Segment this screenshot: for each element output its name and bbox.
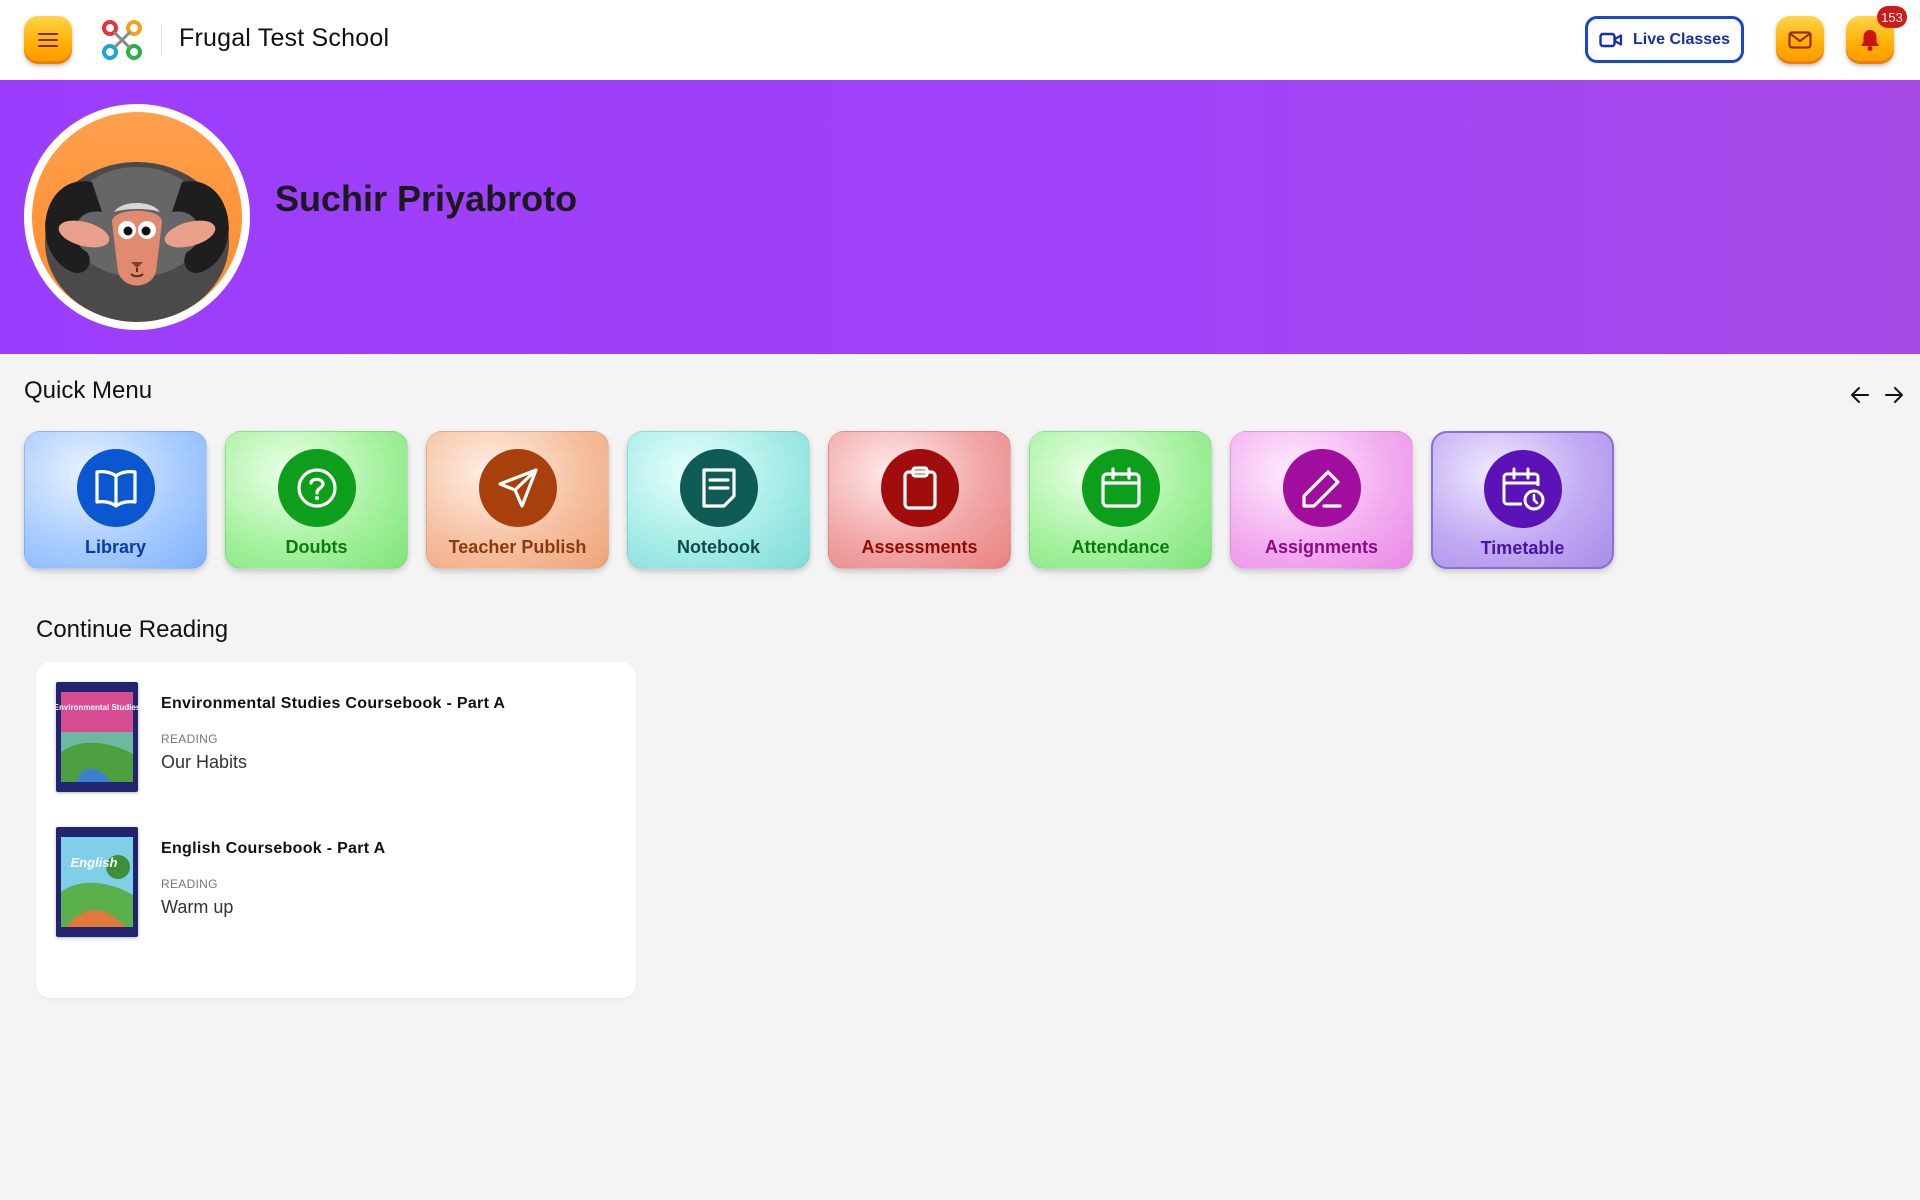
library-icon-circle bbox=[76, 449, 155, 527]
continue-reading-title: Continue Reading bbox=[36, 616, 229, 643]
reading-status: READING bbox=[161, 732, 218, 746]
list-item[interactable]: English English Coursebook - Part A READ… bbox=[56, 827, 556, 939]
attendance-label: Attendance bbox=[1071, 537, 1170, 557]
quick-menu-timetable[interactable]: Timetable bbox=[1431, 431, 1614, 569]
mail-icon bbox=[1788, 31, 1812, 49]
quick-menu-library[interactable]: Library bbox=[24, 431, 207, 569]
clipboard-icon bbox=[902, 466, 937, 510]
quick-menu-teacher-publish[interactable]: Teacher Publish bbox=[426, 431, 609, 569]
send-icon bbox=[497, 468, 538, 508]
teacher-publish-label: Teacher Publish bbox=[448, 537, 587, 557]
live-classes-button[interactable]: Live Classes bbox=[1585, 16, 1744, 63]
live-classes-label: Live Classes bbox=[1633, 30, 1730, 48]
doubts-icon-circle bbox=[277, 449, 356, 527]
assignments-label: Assignments bbox=[1264, 537, 1379, 557]
arrow-left-icon bbox=[1851, 387, 1869, 403]
book-title: Environmental Studies Coursebook - Part … bbox=[161, 695, 506, 712]
logo-divider bbox=[161, 24, 162, 56]
continue-reading-card: Environmental Studies Environmental Stud… bbox=[36, 662, 636, 998]
book-cover-title: Environmental Studies bbox=[56, 703, 138, 712]
student-name: Suchir Priyabroto bbox=[275, 178, 578, 219]
book-title: English Coursebook - Part A bbox=[161, 840, 386, 857]
chapter-name: Our Habits bbox=[161, 752, 248, 772]
hamburger-icon bbox=[38, 33, 58, 47]
scroll-right-button[interactable] bbox=[1880, 382, 1908, 408]
attendance-icon-circle bbox=[1081, 449, 1160, 527]
notebook-icon-circle bbox=[679, 449, 758, 527]
timetable-icon-circle bbox=[1483, 450, 1562, 528]
top-header: Frugal Test School Live Classes 153 bbox=[0, 0, 1920, 80]
note-icon bbox=[701, 468, 736, 508]
quick-menu-assignments[interactable]: Assignments bbox=[1230, 431, 1413, 569]
list-item[interactable]: Environmental Studies Environmental Stud… bbox=[56, 682, 556, 794]
book-cover: English bbox=[56, 827, 138, 937]
quick-menu-assessments[interactable]: Assessments bbox=[828, 431, 1011, 569]
ram-avatar-image bbox=[32, 112, 242, 322]
mail-button[interactable] bbox=[1776, 16, 1824, 64]
chapter-name: Warm up bbox=[161, 897, 234, 917]
frugal-logo-icon bbox=[102, 20, 142, 60]
book-cover-title: English bbox=[71, 855, 118, 870]
scroll-left-button[interactable] bbox=[1846, 382, 1874, 408]
notebook-label: Notebook bbox=[677, 537, 760, 557]
assessments-label: Assessments bbox=[861, 537, 978, 557]
book-open-icon bbox=[94, 470, 137, 508]
assessments-icon-circle bbox=[880, 449, 959, 527]
doubts-label: Doubts bbox=[285, 537, 348, 557]
video-camera-icon bbox=[1599, 32, 1623, 47]
timetable-label: Timetable bbox=[1480, 538, 1565, 558]
quick-menu-attendance[interactable]: Attendance bbox=[1029, 431, 1212, 569]
notification-count-badge: 153 bbox=[1877, 6, 1907, 28]
calendar-icon bbox=[1100, 467, 1141, 508]
assignments-icon-circle bbox=[1282, 449, 1361, 527]
book-cover: Environmental Studies bbox=[56, 682, 138, 792]
quick-menu-title: Quick Menu bbox=[24, 377, 153, 404]
quick-menu-notebook[interactable]: Notebook bbox=[627, 431, 810, 569]
teacher-publish-icon-circle bbox=[478, 449, 557, 527]
calendar-clock-icon bbox=[1502, 467, 1544, 511]
quick-menu-doubts[interactable]: Doubts bbox=[225, 431, 408, 569]
school-name: Frugal Test School bbox=[179, 24, 390, 52]
bell-icon bbox=[1861, 30, 1879, 51]
avatar[interactable] bbox=[24, 104, 250, 330]
arrow-right-icon bbox=[1885, 387, 1903, 403]
library-label: Library bbox=[84, 537, 147, 557]
question-circle-icon bbox=[296, 468, 337, 508]
menu-button[interactable] bbox=[24, 16, 72, 64]
reading-status: READING bbox=[161, 877, 218, 891]
pen-icon bbox=[1301, 470, 1342, 508]
